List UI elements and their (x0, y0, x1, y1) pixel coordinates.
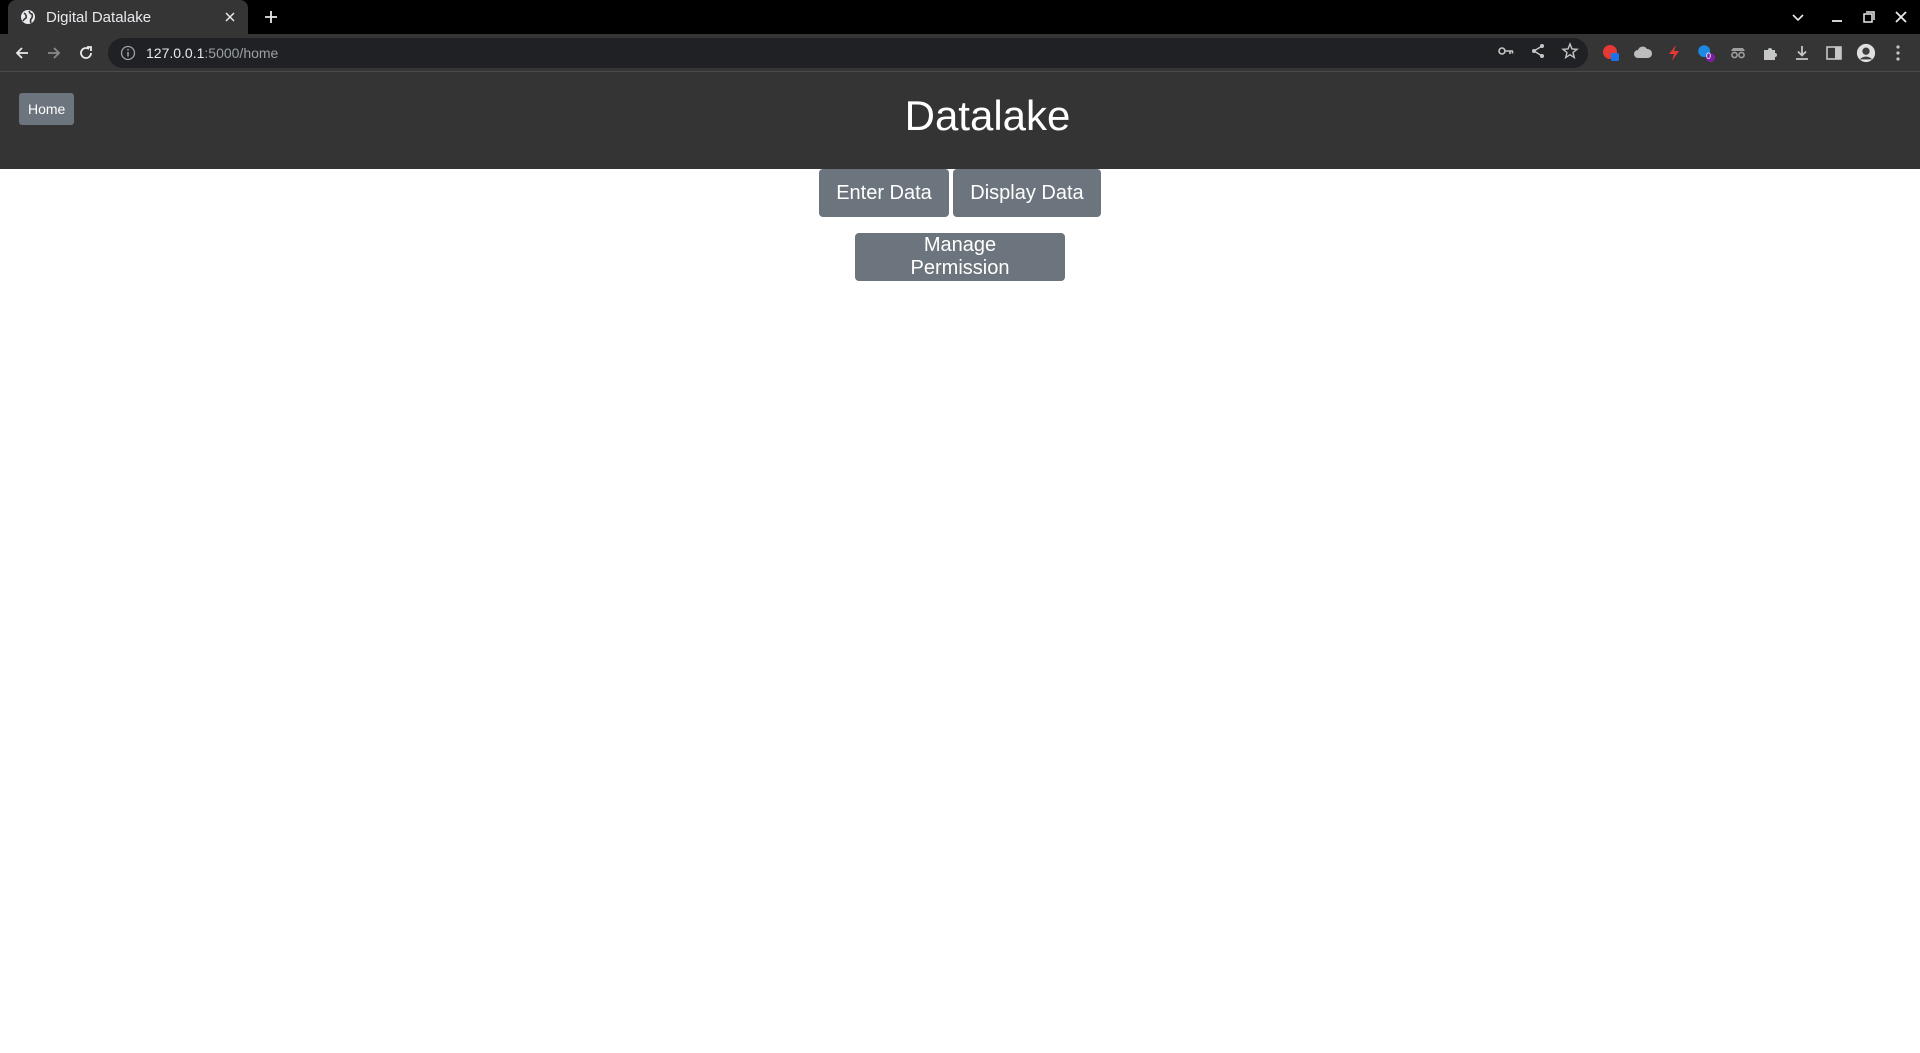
manage-permission-button[interactable]: Manage Permission (855, 233, 1065, 281)
browser-tab-bar: Digital Datalake (0, 0, 1920, 34)
app-header: Home Datalake (0, 72, 1920, 169)
browser-toolbar: 127.0.0.1:5000/home 0 (0, 34, 1920, 72)
globe-icon (20, 9, 36, 25)
extension-red-icon[interactable] (1601, 43, 1621, 63)
bookmark-star-icon[interactable] (1560, 41, 1580, 61)
browser-menu-icon[interactable] (1888, 43, 1908, 63)
extension-badge-count: 0 (1706, 51, 1712, 61)
side-panel-icon[interactable] (1824, 43, 1844, 63)
tab-search-chevron-icon[interactable] (1786, 5, 1810, 29)
restore-icon[interactable] (1857, 5, 1881, 29)
address-bar[interactable]: 127.0.0.1:5000/home (108, 38, 1588, 68)
browser-tab[interactable]: Digital Datalake (8, 0, 248, 34)
url-path: :5000/home (204, 45, 279, 61)
forward-icon[interactable] (42, 41, 66, 65)
display-data-button[interactable]: Display Data (953, 169, 1101, 217)
download-icon[interactable] (1792, 43, 1812, 63)
enter-data-button[interactable]: Enter Data (819, 169, 949, 217)
action-buttons: Enter Data Display Data Manage Permissio… (0, 169, 1920, 281)
badge-extension-icon[interactable]: 0 (1696, 43, 1716, 63)
spy-extension-icon[interactable] (1728, 43, 1748, 63)
close-window-icon[interactable] (1889, 5, 1913, 29)
extensions-puzzle-icon[interactable] (1760, 43, 1780, 63)
lightning-extension-icon[interactable] (1664, 43, 1684, 63)
back-icon[interactable] (10, 41, 34, 65)
reload-icon[interactable] (74, 41, 98, 65)
minimize-icon[interactable] (1825, 5, 1849, 29)
share-icon[interactable] (1528, 41, 1548, 61)
new-tab-icon[interactable] (259, 5, 283, 29)
cloud-extension-icon[interactable] (1633, 43, 1653, 63)
site-info-icon[interactable] (120, 45, 136, 61)
tab-title: Digital Datalake (46, 8, 152, 26)
url-host: 127.0.0.1 (146, 45, 205, 61)
key-icon[interactable] (1496, 41, 1516, 61)
page-title: Datalake (904, 92, 1071, 139)
close-tab-icon[interactable] (222, 9, 238, 25)
profile-avatar-icon[interactable] (1856, 43, 1876, 63)
